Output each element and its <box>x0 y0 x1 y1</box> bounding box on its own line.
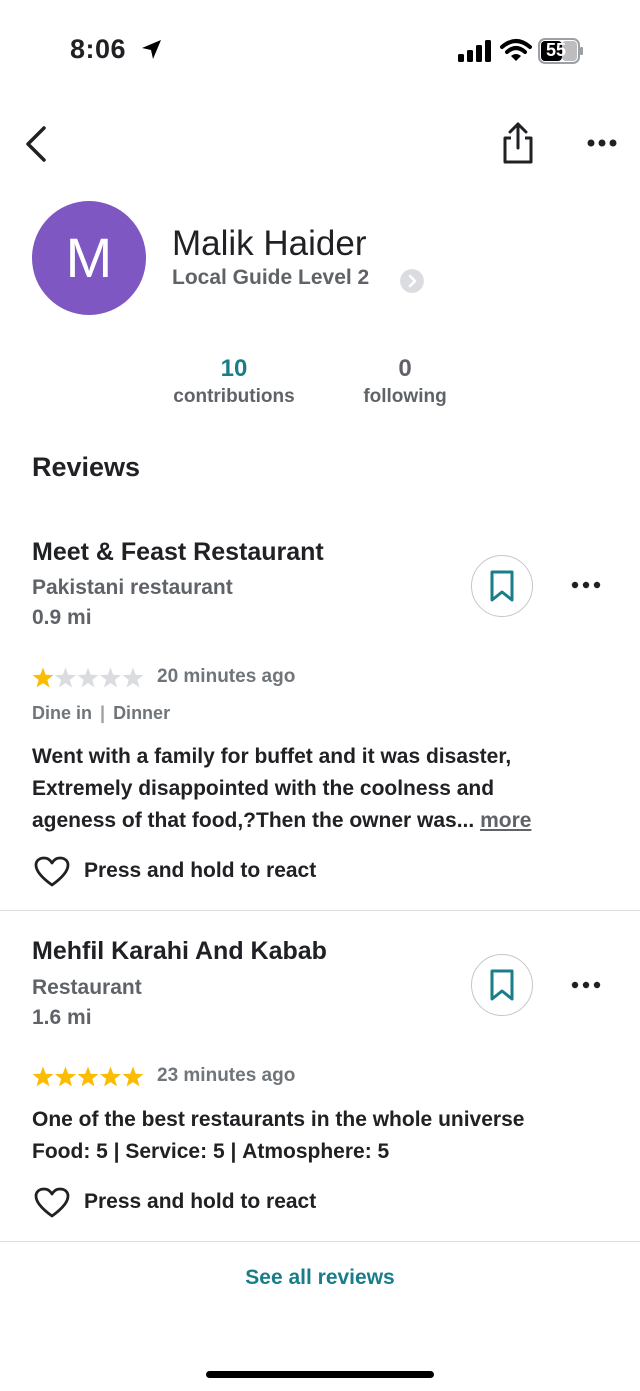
heart-icon[interactable] <box>34 1187 70 1219</box>
tag-dine-in: Dine in <box>32 703 93 723</box>
star-icon <box>122 667 144 688</box>
save-button[interactable] <box>471 555 533 617</box>
divider <box>0 1241 640 1242</box>
back-arrow-icon[interactable] <box>18 122 54 166</box>
rating-value: 5 <box>212 1140 225 1163</box>
status-time: 8:06 <box>70 34 127 64</box>
reviews-heading: Reviews <box>32 452 141 482</box>
rating-label: Service <box>125 1140 201 1163</box>
review-time: 23 minutes ago <box>157 1065 296 1086</box>
star-rating <box>32 1066 144 1087</box>
star-icon <box>122 1066 144 1087</box>
bookmark-icon <box>490 969 514 1001</box>
heart-icon[interactable] <box>34 856 70 888</box>
share-icon[interactable] <box>498 120 538 166</box>
review-text: One of the best restaurants in the whole… <box>32 1104 622 1168</box>
review-text-line: Extremely disappointed with the coolness… <box>32 777 495 800</box>
review-place-distance: 1.6 mi <box>32 1006 92 1029</box>
more-options-icon[interactable] <box>568 575 604 595</box>
star-rating <box>32 667 144 688</box>
react-button[interactable]: Press and hold to react <box>84 859 316 883</box>
bookmark-icon <box>490 570 514 602</box>
review-text-line: One of the best restaurants in the whole… <box>32 1108 525 1131</box>
more-options-icon[interactable] <box>582 130 622 156</box>
contributions-label[interactable]: contributions <box>160 386 308 408</box>
star-icon <box>77 667 99 688</box>
more-options-icon[interactable] <box>568 975 604 995</box>
review-place-name[interactable]: Mehfil Karahi And Kabab <box>32 937 327 966</box>
review-text-line: ageness of that food,?Then the owner was… <box>32 809 475 832</box>
star-icon <box>77 1066 99 1087</box>
chevron-right-icon[interactable] <box>400 269 424 293</box>
profile-name: Malik Haider <box>172 224 367 263</box>
following-count[interactable]: 0 <box>355 355 455 383</box>
divider <box>0 910 640 911</box>
review-tags: Dine in | Dinner <box>32 703 171 723</box>
wifi-icon <box>500 39 532 61</box>
rating-label: Atmosphere <box>242 1140 365 1163</box>
save-button[interactable] <box>471 954 533 1016</box>
cellular-signal-icon <box>458 40 491 62</box>
review-text: Went with a family for buffet and it was… <box>32 741 622 837</box>
star-icon <box>100 667 121 688</box>
react-button[interactable]: Press and hold to react <box>84 1190 316 1214</box>
rating-label: Food <box>32 1140 84 1163</box>
star-icon <box>100 1066 121 1087</box>
tag-dinner: Dinner <box>113 703 171 723</box>
star-icon <box>32 1066 54 1087</box>
see-all-reviews-link[interactable]: See all reviews <box>0 1266 640 1290</box>
star-icon <box>32 667 54 688</box>
home-indicator[interactable] <box>206 1371 434 1378</box>
rating-value: 5 <box>377 1140 390 1163</box>
star-icon <box>55 667 76 688</box>
following-label[interactable]: following <box>340 386 470 408</box>
ratings-breakdown: Food: 5 | Service: 5 | Atmosphere: 5 <box>32 1140 390 1163</box>
star-icon <box>55 1066 76 1087</box>
contributions-count[interactable]: 10 <box>168 355 300 383</box>
location-arrow-icon <box>142 40 161 59</box>
review-place-type: Restaurant <box>32 976 142 999</box>
review-time: 20 minutes ago <box>157 666 296 687</box>
more-link[interactable]: more <box>480 809 531 832</box>
rating-value: 5 <box>96 1140 108 1163</box>
review-text-line: Went with a family for buffet and it was… <box>32 745 512 768</box>
review-place-name[interactable]: Meet & Feast Restaurant <box>32 538 324 567</box>
local-guide-level[interactable]: Local Guide Level 2 <box>172 266 369 290</box>
battery-level: 55 <box>545 40 567 60</box>
review-place-distance: 0.9 mi <box>32 606 92 629</box>
avatar: M <box>32 201 146 315</box>
review-place-type: Pakistani restaurant <box>32 576 233 599</box>
